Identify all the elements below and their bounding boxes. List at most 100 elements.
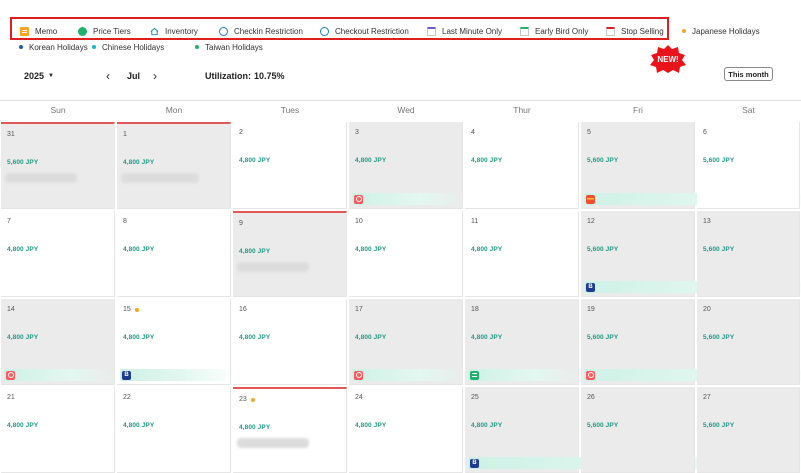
air-channel-icon	[6, 370, 15, 380]
day-number: 19	[587, 306, 595, 313]
day-price: 4,800 JPY	[7, 246, 39, 253]
prev-month-icon[interactable]: ‹	[106, 69, 110, 83]
day-price: 5,600 JPY	[587, 246, 619, 253]
legend-last-minute[interactable]: Last Minute Only	[427, 24, 502, 38]
holiday-dot	[195, 45, 199, 49]
day-cell[interactable]: 8 4,800 JPY	[117, 211, 231, 297]
legend-label: Stop Selling	[621, 26, 664, 36]
day-number-text: 19	[587, 306, 595, 313]
day-number: 17	[355, 306, 363, 313]
calendar-toolbar: 2025 ▼ ‹ Jul › Utilization: 10.75% This …	[0, 67, 801, 86]
reservation-bar[interactable]	[352, 193, 460, 205]
day-cell[interactable]: 23 4,800 JPY	[233, 387, 347, 473]
day-cell[interactable]: 4 4,800 JPY	[465, 122, 579, 209]
day-number-text: 3	[355, 129, 359, 136]
caret-down-icon: ▼	[48, 73, 54, 79]
weekday-sun: Sun	[50, 105, 66, 115]
day-cell[interactable]: 16 4,800 JPY	[233, 299, 347, 385]
day-cell[interactable]: 21 4,800 JPY	[1, 387, 115, 473]
day-cell[interactable]: 2 4,800 JPY	[233, 122, 347, 209]
day-number: 15	[123, 306, 139, 313]
day-cell[interactable]: 10 4,800 JPY	[349, 211, 463, 297]
day-cell[interactable]: 24 4,800 JPY	[349, 387, 463, 473]
legend-early-bird[interactable]: Early Bird Only	[520, 24, 588, 38]
day-cell[interactable]: 7 4,800 JPY	[1, 211, 115, 297]
legend-inventory[interactable]: Inventory	[150, 24, 198, 38]
legend-checkout[interactable]: Checkout Restriction	[320, 24, 409, 38]
day-number-text: 15	[123, 306, 131, 313]
day-price: 4,800 JPY	[123, 334, 155, 341]
legend-label: Inventory	[165, 26, 198, 36]
weekday-header: Sun Mon Tues Wed Thur Fri Sat	[0, 100, 801, 120]
day-number-text: 31	[7, 131, 15, 138]
day-number: 10	[355, 218, 363, 225]
day-number: 9	[239, 220, 243, 227]
day-cell[interactable]: 22 4,800 JPY	[117, 387, 231, 473]
day-cell[interactable]: 1 4,800 JPY	[117, 122, 231, 209]
legend-memo[interactable]: Memo	[20, 24, 57, 38]
day-cell[interactable]: 26 5,600 JPY	[581, 387, 695, 473]
day-cell[interactable]: 31 5,600 JPY	[1, 122, 115, 209]
day-cell[interactable]: 9 4,800 JPY	[233, 211, 347, 297]
day-price: 4,800 JPY	[123, 422, 155, 429]
day-number: 18	[471, 306, 479, 313]
day-number-text: 20	[703, 306, 711, 313]
day-number: 14	[7, 306, 15, 313]
legend-stop-selling[interactable]: Stop Selling	[606, 24, 664, 38]
day-number: 2	[239, 129, 243, 136]
utilization-value: 10.75%	[254, 71, 285, 81]
day-number: 16	[239, 306, 247, 313]
reservation-bar[interactable]	[4, 369, 112, 381]
booking-channel-icon: B	[122, 370, 131, 380]
day-number-text: 27	[703, 394, 711, 401]
day-price: 5,600 JPY	[703, 334, 735, 341]
day-number-text: 7	[7, 218, 11, 225]
reservation-bar[interactable]	[352, 369, 460, 381]
japanese-holiday-dot	[682, 29, 686, 33]
day-cell[interactable]: 20 5,600 JPY	[697, 299, 800, 385]
year-select[interactable]: 2025 ▼	[24, 71, 54, 81]
weekday-thur: Thur	[513, 105, 531, 115]
day-number-text: 24	[355, 394, 363, 401]
day-price: 4,800 JPY	[239, 334, 271, 341]
day-price: 4,800 JPY	[355, 157, 387, 164]
next-month-icon[interactable]: ›	[153, 69, 157, 83]
day-number-text: 26	[587, 394, 595, 401]
day-number: 11	[471, 218, 478, 225]
day-cell[interactable]: 27 5,600 JPY	[697, 387, 800, 473]
legend-korean-holidays[interactable]: Korean Holidays	[19, 40, 88, 54]
reservation-bar[interactable]	[120, 369, 228, 381]
air-channel-icon	[586, 370, 595, 380]
day-price: 4,800 JPY	[239, 424, 271, 431]
day-number: 27	[703, 394, 711, 401]
this-month-button[interactable]: This month	[724, 67, 773, 81]
legend-chinese-holidays[interactable]: Chinese Holidays	[92, 40, 164, 54]
day-cell[interactable]: 11 4,800 JPY	[465, 211, 579, 297]
day-number: 5	[587, 129, 591, 136]
legend-label: Chinese Holidays	[102, 42, 165, 52]
memo-icon	[20, 26, 29, 36]
legend-price-tiers[interactable]: Price Tiers	[78, 24, 131, 38]
legend-japanese-holidays[interactable]: Japanese Holidays	[682, 24, 760, 38]
day-number-text: 4	[471, 129, 475, 136]
day-number-text: 13	[703, 218, 711, 225]
reservation-bar[interactable]	[468, 369, 576, 381]
day-price: 4,800 JPY	[239, 248, 271, 255]
legend-label: Early Bird Only	[535, 26, 589, 36]
calendar-icon	[427, 26, 436, 36]
day-number-text: 5	[587, 129, 591, 136]
legend-checkin[interactable]: Checkin Restriction	[219, 24, 303, 38]
day-cell[interactable]: 6 5,600 JPY	[697, 122, 800, 209]
day-price: 5,600 JPY	[587, 422, 619, 429]
utilization: Utilization: 10.75%	[205, 71, 285, 81]
day-number-text: 17	[355, 306, 363, 313]
holiday-dot	[92, 45, 96, 49]
legend-taiwan-holidays[interactable]: Taiwan Holidays	[195, 40, 263, 54]
day-cell[interactable]: 13 5,600 JPY	[697, 211, 800, 297]
day-number-text: 8	[123, 218, 127, 225]
day-price: 4,800 JPY	[355, 422, 387, 429]
day-number: 20	[703, 306, 711, 313]
day-price: 4,800 JPY	[355, 334, 387, 341]
legend-label: Checkout Restriction	[335, 26, 409, 36]
day-number: 3	[355, 129, 359, 136]
